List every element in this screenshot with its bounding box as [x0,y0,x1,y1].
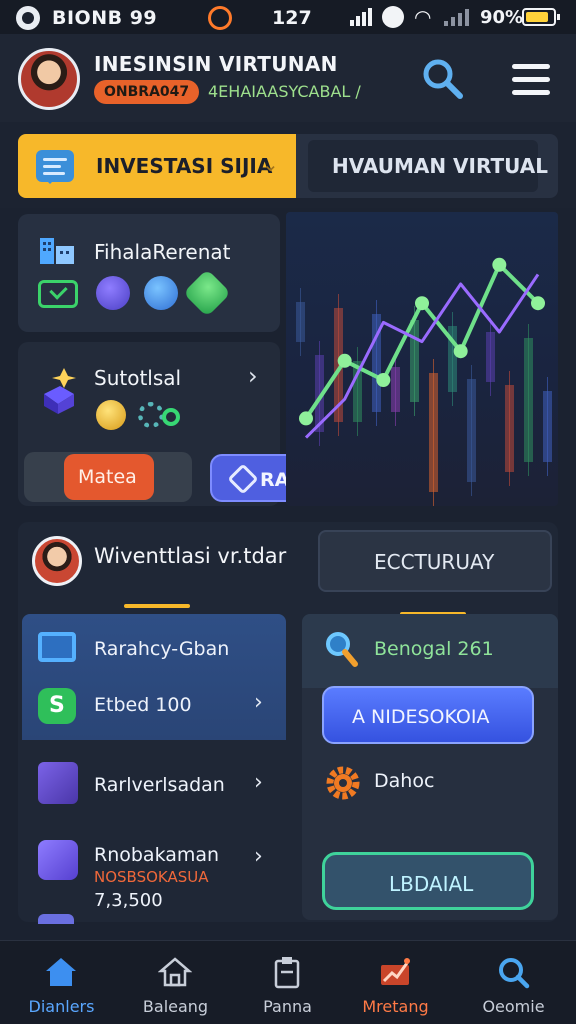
search-result-label: Benogal 261 [374,638,494,660]
chevron-right-icon: › [254,770,263,795]
nav-item-home[interactable]: Dianlers [4,941,119,1024]
signal-icon [350,8,372,26]
nav-item-search[interactable]: Oeomie [456,941,571,1024]
matea-button[interactable]: Matea [24,452,192,502]
primary-action-label: A NIDESOKOIA [352,706,490,728]
chat-icon [36,150,74,184]
nav-item-balance[interactable]: Baleang [118,941,233,1024]
carrier-name: BIONB 99 [52,7,158,29]
nav-label: Baleang [142,997,209,1016]
alarm-icon [382,6,404,28]
avatar[interactable] [18,48,80,110]
list-item[interactable]: Rarlverlsadan › [22,748,286,818]
user-name: INESINSIN VIRTUNAN [94,52,338,76]
crypto-coin-icon [96,276,130,310]
primary-action-button[interactable]: A NIDESOKOIA [322,686,534,744]
checkbox-icon[interactable] [38,280,78,308]
nav-label: Oeomie [482,997,545,1016]
bank-icon [40,238,74,264]
settings-gear-icon [326,766,360,800]
actions-search-row[interactable]: Benogal 261 [302,614,558,688]
cellular-icon [444,8,474,26]
data-point [415,296,429,311]
tab-investasi[interactable]: INVESTASI SIJIA ⌄ [18,134,296,198]
stock-chart [286,212,558,506]
nav-label: Panna [263,997,312,1016]
account-badge: ONBRA047 [94,80,200,104]
status-dot-icon [162,408,180,426]
tab-virtual-label: HVAUMAN VIRTUAL [332,154,548,178]
finance-card[interactable]: FihalaRerenat [18,214,280,332]
clipboard-icon [274,957,300,989]
app-header: INESINSIN VIRTUNAN ONBRA047 4EHAIAASYCAB… [0,34,576,122]
nav-label: Dianlers [28,997,95,1016]
nav-item-marketing[interactable]: Mretang [338,941,453,1024]
matea-label: Matea [78,466,137,488]
search-icon[interactable] [420,56,464,100]
avatar[interactable] [32,536,82,586]
cube-icon [44,368,76,414]
monitor-chart-icon [38,632,76,662]
clock: 127 [272,7,312,29]
tab-virtual[interactable]: HVAUMAN VIRTUAL [296,134,558,198]
list-item-label: Rarlverlsadan [94,774,225,796]
tab-investasi-label: INVESTASI SIJIA [96,154,273,178]
wifi-icon: ◠ [414,5,432,29]
data-point [337,353,352,368]
chevron-right-icon: › [254,690,263,715]
tag-icon [227,463,259,495]
menu-list: Rarahcy-Gban S Etbed 100 › Rarlverlsadan… [22,614,286,924]
cube-icon [38,840,78,880]
list-item[interactable]: Rnobakaman NOSBSOKASUA 7,3,500 › [22,826,286,924]
s-app-icon: S [38,688,76,724]
battery-percent: 90% [480,7,524,28]
list-item-value: 7,3,500 [94,890,163,911]
star-coin-icon [144,276,178,310]
package-icon [38,762,78,804]
secondary-action-button[interactable]: LBDAIAL [322,852,534,910]
portfolio-title: Wiventtlasi vr.tdar [94,544,287,568]
ecctu-button[interactable]: ECCTURUAY [318,530,552,592]
secondary-action-label: LBDAIAL [389,872,474,896]
data-point [531,296,545,311]
list-item-label: Etbed 100 [94,694,192,716]
list-item-label: Rnobakaman [94,844,220,866]
settings-label: Dahoc [374,770,435,792]
battery-icon [522,8,560,26]
stocks-card-title: Sutotlsal [94,366,182,390]
data-point [492,257,507,272]
bottom-navigation: Dianlers Baleang Panna Mretang Oeomie [0,940,576,1024]
search-icon [326,632,358,667]
list-item-sublabel: NOSBSOKASUA [94,868,209,886]
finance-card-title: FihalaRerenat [94,240,231,264]
list-item-label: Rarahcy-Gban [94,638,230,660]
gear-icon [138,402,164,428]
list-item-highlighted[interactable]: Rarahcy-Gban S Etbed 100 › [22,614,286,740]
notification-icon [208,6,232,30]
menu-icon[interactable] [512,64,550,96]
data-point [299,411,313,426]
chart-canvas [296,257,552,506]
house-outline-icon [158,957,192,987]
ecctu-label: ECCTURUAY [374,550,495,574]
actions-panel: Benogal 261 A NIDESOKOIA Dahoc LBDAIAL [302,614,558,920]
data-point [453,344,468,359]
data-point [376,373,391,387]
chevron-right-icon: › [254,844,263,869]
gold-coin-icon [96,400,126,430]
shield-check-icon [182,268,232,318]
status-bar: BIONB 99 127 ◠ 90% [0,0,576,34]
header-subtext: 4EHAIAASYCABAL / [208,82,361,101]
app-logo-icon [16,6,40,30]
next-item-icon [38,914,74,924]
home-icon [46,958,76,986]
tab-underline [124,604,190,608]
chevron-down-icon: ⌄ [262,152,279,176]
chevron-right-icon: › [248,362,258,390]
search-icon [499,958,530,989]
trend-chart-icon [381,958,410,985]
nav-label: Mretang [362,997,429,1016]
nav-item-panna[interactable]: Panna [230,941,345,1024]
